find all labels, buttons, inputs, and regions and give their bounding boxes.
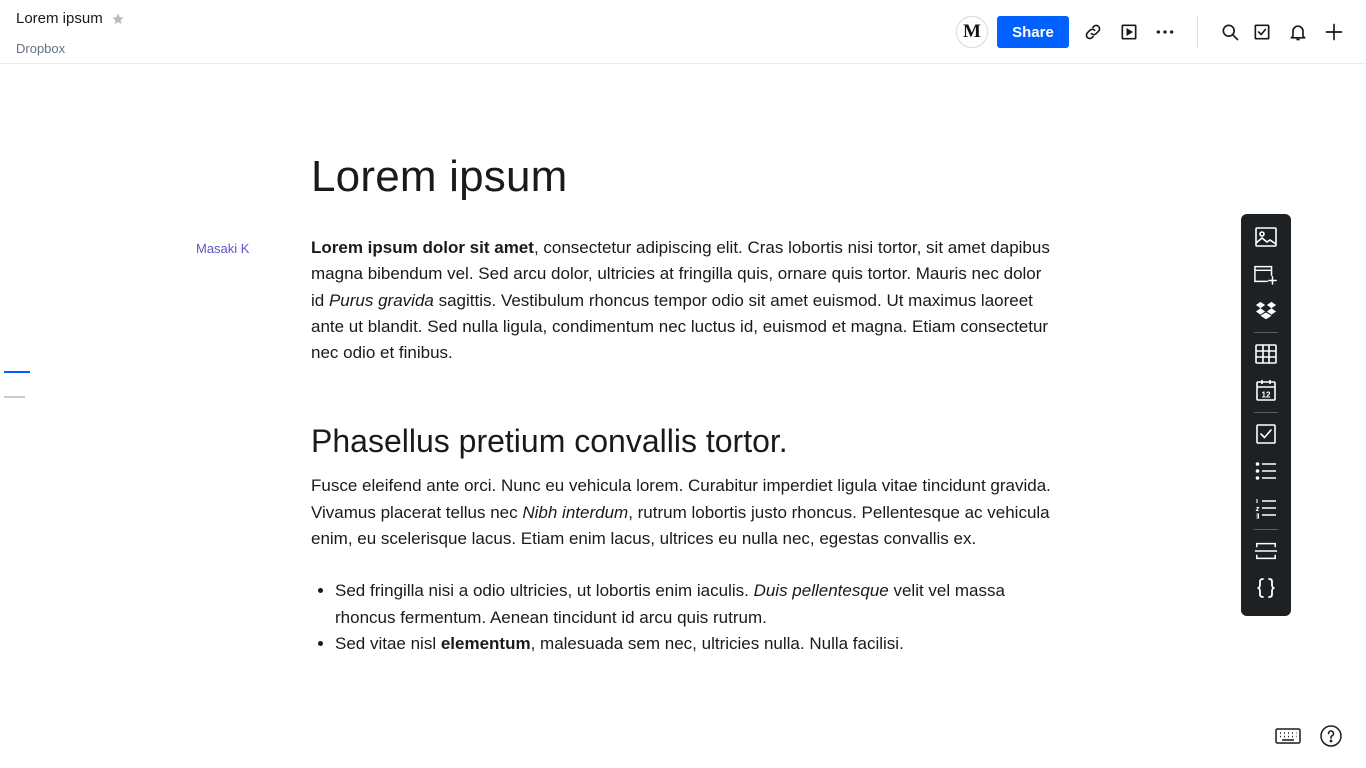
code-icon (1257, 578, 1275, 598)
breadcrumb[interactable]: Dropbox (16, 41, 65, 56)
insert-bullet-list-button[interactable] (1254, 459, 1278, 483)
more-options-button[interactable] (1153, 20, 1177, 44)
top-bar: Lorem ipsum Dropbox M Share (0, 0, 1366, 64)
doc-title[interactable]: Lorem ipsum (16, 10, 103, 27)
embed-icon (1254, 265, 1277, 285)
divider-icon (1254, 542, 1278, 560)
link-icon (1085, 24, 1101, 40)
checkbox-icon (1256, 424, 1276, 444)
insert-divider-button[interactable] (1254, 539, 1278, 563)
insert-image-button[interactable] (1254, 225, 1278, 249)
list-item[interactable]: Sed vitae nisl elementum, malesuada sem … (335, 631, 1051, 657)
document-body[interactable]: Lorem ipsum Lorem ipsum dolor sit amet, … (311, 148, 1051, 657)
list-item-text-a: Sed fringilla nisi a odio ultricies, ut … (335, 581, 754, 601)
search-button[interactable] (1218, 20, 1242, 44)
avatar-initial: M (963, 21, 981, 42)
tasks-icon (1254, 24, 1270, 40)
italic-text: Purus gravida (328, 290, 434, 310)
numbered-list-icon (1255, 499, 1276, 519)
toolbar-separator (1254, 332, 1278, 333)
insert-dropbox-file-button[interactable] (1254, 299, 1278, 323)
outline-marker-h2[interactable] (4, 396, 25, 398)
tasks-button[interactable] (1250, 20, 1274, 44)
more-icon (1156, 30, 1174, 34)
insert-code-block-button[interactable] (1254, 576, 1278, 600)
list-item[interactable]: Sed fringilla nisi a odio ultricies, ut … (335, 578, 1051, 631)
calendar-day: 12 (1262, 391, 1271, 400)
bold-lead: Lorem ipsum dolor sit amet (311, 238, 534, 257)
insert-embed-button[interactable] (1254, 262, 1278, 286)
bell-icon (1290, 25, 1306, 41)
document-title[interactable]: Lorem ipsum (311, 148, 1051, 206)
italic-text: Duis pellentesque (753, 581, 889, 601)
header-divider (1197, 16, 1198, 48)
avatar[interactable]: M (956, 16, 988, 48)
dropbox-icon (1255, 301, 1277, 320)
keyboard-shortcuts-icon[interactable] (1275, 726, 1301, 746)
share-button[interactable]: Share (997, 16, 1069, 48)
toolbar-separator (1254, 529, 1278, 530)
insert-date-button[interactable]: 12 (1254, 378, 1278, 402)
insert-checkbox-button[interactable] (1254, 422, 1278, 446)
notifications-button[interactable] (1286, 20, 1310, 44)
present-button[interactable] (1117, 20, 1141, 44)
bullet-list-icon (1255, 462, 1276, 480)
insert-table-button[interactable] (1254, 342, 1278, 366)
bold-text: elementum (440, 633, 531, 653)
list-item-text-b: , malesuada sem nec, ultricies nulla. Nu… (530, 633, 904, 653)
italic-text: Nibh interdum (522, 502, 629, 522)
calendar-icon: 12 (1256, 380, 1276, 401)
search-icon (1222, 24, 1239, 41)
bullet-list[interactable]: Sed fringilla nisi a odio ultricies, ut … (311, 578, 1051, 657)
table-icon (1255, 344, 1277, 364)
copy-link-button[interactable] (1081, 20, 1105, 44)
plus-icon (1325, 23, 1343, 41)
paragraph-1[interactable]: Lorem ipsum dolor sit amet, consectetur … (311, 235, 1051, 366)
outline-marker-h1[interactable] (4, 371, 30, 373)
star-icon[interactable] (111, 12, 125, 26)
author-attribution: Masaki K (196, 241, 250, 256)
insert-toolbar: 12 (1241, 214, 1291, 616)
create-button[interactable] (1322, 20, 1346, 44)
list-item-text-a: Sed vitae nisl (335, 633, 441, 653)
paragraph-2[interactable]: Fusce eleifend ante orci. Nunc eu vehicu… (311, 473, 1051, 552)
present-icon (1121, 24, 1137, 40)
section-heading[interactable]: Phasellus pretium convallis tortor. (311, 420, 1051, 462)
image-icon (1255, 227, 1277, 247)
insert-numbered-list-button[interactable] (1254, 496, 1278, 520)
help-icon[interactable] (1319, 724, 1343, 748)
doc-title-row: Lorem ipsum (16, 10, 125, 27)
toolbar-separator (1254, 412, 1278, 413)
